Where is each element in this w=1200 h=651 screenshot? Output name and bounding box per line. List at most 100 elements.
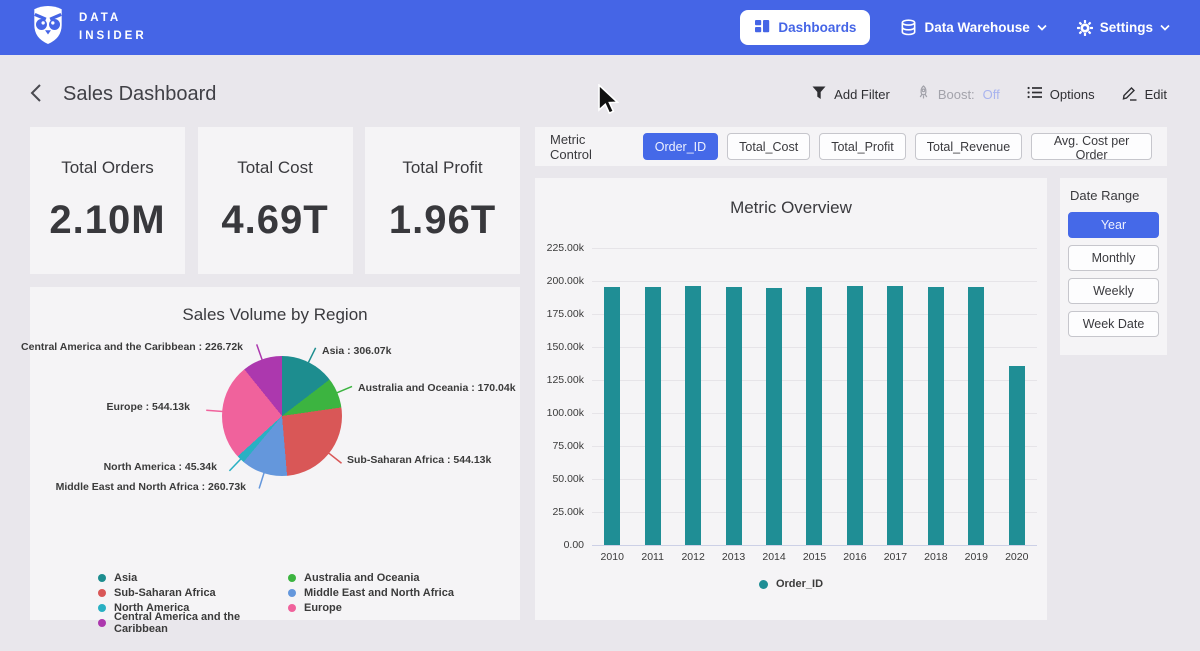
date-range-button-monthly[interactable]: Monthly [1068,245,1159,271]
bar-slot-2014: 2014 [754,248,794,545]
logo-text: DATA INSIDER [79,10,147,45]
data-warehouse-menu[interactable]: Data Warehouse [900,19,1046,36]
pie-label-europe: Europe : 544.13k [107,401,190,413]
bar-slot-2015: 2015 [794,248,834,545]
y-axis-tick: 75.00k [552,440,584,452]
y-axis-tick: 125.00k [547,374,584,386]
bar-2019[interactable] [968,287,984,545]
legend-dot [98,589,106,597]
x-axis-tick: 2020 [997,551,1037,563]
pie-legend-item-australia-and-oceania[interactable]: Australia and Oceania [288,570,520,585]
bar-2016[interactable] [847,286,863,545]
date-range-card: Date Range Year Monthly Weekly Week Date [1060,178,1167,355]
bar-2012[interactable] [685,286,701,545]
metric-control-bar: Metric Control Order_ID Total_Cost Total_P… [535,127,1167,166]
metric-control-label: Metric Control [550,132,629,162]
bar-2020[interactable] [1009,366,1025,545]
bar-slot-2016: 2016 [835,248,875,545]
kpi-label: Total Orders [61,158,154,178]
filter-funnel-icon [812,86,826,103]
back-button[interactable] [30,83,42,106]
bar-slot-2011: 2011 [632,248,672,545]
legend-dot [288,574,296,582]
edit-pencil-icon [1122,85,1137,104]
x-axis-tick: 2010 [592,551,632,563]
y-axis-tick: 175.00k [547,308,584,320]
metric-button-order-id[interactable]: Order_ID [643,133,718,160]
date-range-button-week-date[interactable]: Week Date [1068,311,1159,337]
pie-chart[interactable] [222,356,342,476]
kpi-label: Total Profit [402,158,482,178]
pie-label-asia: Asia : 306.07k [322,345,391,357]
pie-label-central-america-and-the-caribbean: Central America and the Caribbean : 226.… [21,341,243,353]
chevron-down-icon [1037,24,1047,31]
pie-legend-item-middle-east-and-north-africa[interactable]: Middle East and North Africa [288,585,520,600]
date-range-button-year[interactable]: Year [1068,212,1159,238]
bar-2014[interactable] [766,288,782,546]
dashboards-label: Dashboards [778,20,856,35]
metric-button-total-profit[interactable]: Total_Profit [819,133,906,160]
options-button[interactable]: Options [1027,86,1095,102]
kpi-label: Total Cost [237,158,313,178]
y-axis-tick: 200.00k [547,275,584,287]
bar-2013[interactable] [726,287,742,545]
kpi-value: 1.96T [389,198,496,243]
x-axis-tick: 2018 [916,551,956,563]
logo[interactable]: DATA INSIDER [30,5,147,50]
legend-dot [98,619,106,627]
y-axis-tick: 25.00k [552,506,584,518]
metric-button-avg-cost-per-order[interactable]: Avg. Cost per Order [1031,133,1152,160]
bar-chart-bars: 2010201120122013201420152016201720182019… [592,248,1037,545]
pie-legend-item-sub-saharan-africa[interactable]: Sub-Saharan Africa [98,585,288,600]
kpi-value: 4.69T [221,198,328,243]
y-axis-tick: 225.00k [547,242,584,254]
bar-slot-2013: 2013 [713,248,753,545]
kpi-card-total-orders: Total Orders 2.10M [30,127,185,274]
boost-rocket-icon [917,85,930,103]
pie-chart-area: Asia : 306.07kAustralia and Oceania : 17… [30,327,520,570]
legend-dot [288,604,296,612]
bar-2010[interactable] [604,287,620,545]
bar-slot-2010: 2010 [592,248,632,545]
metric-button-total-cost[interactable]: Total_Cost [727,133,810,160]
page-title: Sales Dashboard [63,83,216,106]
add-filter-button[interactable]: Add Filter [812,86,890,103]
boost-state: Off [983,87,1000,102]
date-range-button-weekly[interactable]: Weekly [1068,278,1159,304]
x-axis-tick: 2015 [794,551,834,563]
x-axis-tick: 2012 [673,551,713,563]
bar-slot-2020: 2020 [997,248,1037,545]
bar-2017[interactable] [887,286,903,545]
bar-slot-2018: 2018 [916,248,956,545]
dashboard-grid-icon [754,18,770,37]
y-axis-tick: 100.00k [547,407,584,419]
pie-legend-item-europe[interactable]: Europe [288,600,520,615]
legend-dot [759,580,768,589]
owl-logo-icon [30,5,66,50]
bar-2015[interactable] [806,287,822,545]
date-range-label: Date Range [1070,188,1159,203]
dashboards-button[interactable]: Dashboards [740,10,870,45]
options-list-icon [1027,86,1042,102]
settings-menu[interactable]: Settings [1077,20,1170,36]
bar-chart-legend: Order_ID [535,578,1047,590]
kpi-card-total-cost: Total Cost 4.69T [198,127,353,274]
bar-slot-2012: 2012 [673,248,713,545]
pie-label-sub-saharan-africa: Sub-Saharan Africa : 544.13k [347,454,491,466]
pie-legend-item-asia[interactable]: Asia [98,570,288,585]
bar-2018[interactable] [928,287,944,545]
x-axis-tick: 2019 [956,551,996,563]
y-axis-tick: 0.00 [564,539,584,551]
kpi-card-total-profit: Total Profit 1.96T [365,127,520,274]
legend-label: Order_ID [776,578,823,590]
metric-button-total-revenue[interactable]: Total_Revenue [915,133,1022,160]
bar-2011[interactable] [645,287,661,545]
bar-chart-title: Metric Overview [535,178,1047,218]
chevron-down-icon [1160,24,1170,31]
x-axis-tick: 2017 [875,551,915,563]
boost-toggle[interactable]: Boost:Off [917,85,1000,103]
bar-chart-card: Metric Overview 225.00k200.00k175.00k150… [535,178,1047,620]
pie-legend-item-central-america-and-the-caribbean[interactable]: Central America and the Caribbean [98,615,288,630]
bar-slot-2017: 2017 [875,248,915,545]
edit-button[interactable]: Edit [1122,85,1167,104]
